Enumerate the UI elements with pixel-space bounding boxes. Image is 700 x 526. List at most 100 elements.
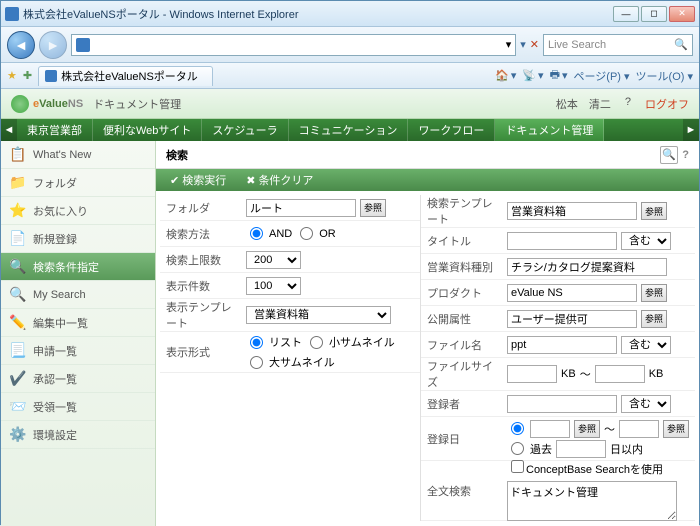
regdate-range-radio[interactable] [511,422,524,435]
menu-item-1[interactable]: 便利なWebサイト [93,119,202,141]
menu-item-4[interactable]: ワークフロー [408,119,495,141]
public-input[interactable] [507,310,637,328]
logo-subtitle: ドキュメント管理 [93,96,181,112]
sidebar-item-9[interactable]: 📨受領一覧 [1,393,155,421]
menu-item-5[interactable]: ドキュメント管理 [495,119,604,141]
search-icon[interactable]: 🔍 [674,38,688,51]
browser-tab[interactable]: 株式会社eValueNSポータル [38,66,213,86]
filesize-to-input[interactable] [595,365,645,383]
sidebar-item-8[interactable]: ✔️承認一覧 [1,365,155,393]
address-bar[interactable]: ▾ [71,34,516,56]
menu-item-0[interactable]: 東京営業部 [17,119,93,141]
titlebar: 株式会社eValueNSポータル - Windows Internet Expl… [1,1,699,27]
filesize-from-input[interactable] [507,365,557,383]
menu-item-2[interactable]: スケジューラ [202,119,288,141]
dropdown-icon[interactable]: ▾ [506,38,512,51]
regdate-label: 登録日 [421,431,501,447]
tmpl-ref-button[interactable]: 参照 [641,202,667,220]
help-icon[interactable]: ? [682,149,689,161]
tmpl-input[interactable] [507,202,637,220]
sidebar-item-5[interactable]: 🔍 My Search [1,281,155,309]
title-match-select[interactable]: 含む [621,232,671,250]
sidebar-icon: 🔍 [9,287,27,303]
search-box[interactable]: Live Search 🔍 [543,34,693,56]
regdate-days-input[interactable] [556,440,606,458]
conceptbase-checkbox[interactable] [511,460,524,473]
forward-button[interactable]: ► [39,31,67,59]
page-favicon-icon [76,38,90,52]
sidebar-item-0[interactable]: 📋What's New [1,141,155,169]
sidebar-label: My Search [33,289,86,301]
clear-button[interactable]: ✖ 条件クリア [240,172,319,188]
format-list-radio[interactable] [250,336,263,349]
sidebar-icon: 📁 [9,175,27,191]
menu-scroll-right[interactable]: ► [683,119,699,141]
search-exec-button[interactable]: ✔ 検索実行 [164,172,232,188]
sidebar-label: 環境設定 [33,427,77,443]
sidebar-item-7[interactable]: 📃申請一覧 [1,337,155,365]
registrant-match-select[interactable]: 含む [621,395,671,413]
page-menu[interactable]: ページ(P) ▾ [574,66,630,85]
product-ref-button[interactable]: 参照 [641,284,667,302]
menu-item-3[interactable]: コミュニケーション [289,119,409,141]
print-menu[interactable]: 🖶▾ [550,66,568,85]
fulltext-textarea[interactable]: ドキュメント管理 [507,481,677,521]
home-menu[interactable]: 🏠▾ [495,66,516,85]
regdate-past-radio[interactable] [511,442,524,455]
minimize-button[interactable]: — [613,6,639,22]
regdate-from-ref[interactable]: 参照 [574,420,600,438]
sidebar-item-4[interactable]: 🔍 検索条件指定 [1,253,155,281]
public-label: 公開属性 [421,311,501,327]
and-radio[interactable] [250,227,263,240]
regdate-to-input[interactable] [619,420,659,438]
filename-label: ファイル名 [421,337,501,353]
display-label: 表示件数 [160,278,240,294]
sidebar-label: 検索条件指定 [33,259,99,275]
search-icon[interactable]: 🔍 [660,146,678,164]
sidebar-item-6[interactable]: ✏️編集中一覧 [1,309,155,337]
sidebar-item-3[interactable]: 📄新規登録 [1,225,155,253]
maximize-button[interactable]: ◻ [641,6,667,22]
sidebar-icon: 🔍 [9,259,27,275]
refresh-button[interactable]: ▾ [520,38,526,51]
display-select[interactable]: 100 [246,277,301,295]
back-button[interactable]: ◄ [7,31,35,59]
format-large-radio[interactable] [250,356,263,369]
feed-menu[interactable]: 📡▾ [522,66,543,85]
or-radio[interactable] [300,227,313,240]
folder-input[interactable] [246,199,356,217]
filename-input[interactable] [507,336,617,354]
menu-scroll-left[interactable]: ◄ [1,119,17,141]
regdate-from-input[interactable] [530,420,570,438]
title-input[interactable] [507,232,617,250]
template-select[interactable]: 営業資料箱 [246,306,391,324]
page-title-bar: 検索 🔍 ? [156,141,699,169]
form-left: フォルダ参照 検索方法ANDOR 検索上限数200 表示件数100 表示テンプレ… [160,195,420,521]
close-button[interactable]: ✕ [669,6,695,22]
help-link[interactable]: ? [625,96,631,112]
registrant-input[interactable] [507,395,617,413]
filename-match-select[interactable]: 含む [621,336,671,354]
limit-select[interactable]: 200 [246,251,301,269]
main-area: 📋What's New📁フォルダ⭐お気に入り📄新規登録 🔍 検索条件指定 🔍 My Se… [1,141,699,526]
sidebar-item-10[interactable]: ⚙️ 環境設定 [1,421,155,449]
add-fav-icon[interactable]: ✚ [23,69,32,82]
format-small-radio[interactable] [310,336,323,349]
sidebar-icon: ⚙️ [9,427,27,443]
type-input[interactable] [507,258,667,276]
public-ref-button[interactable]: 参照 [641,310,667,328]
sidebar-item-2[interactable]: ⭐お気に入り [1,197,155,225]
favorites-icon[interactable]: ★ [7,69,17,82]
folder-ref-button[interactable]: 参照 [360,199,386,217]
tool-menu[interactable]: ツール(O) ▾ [636,66,693,85]
logout-link[interactable]: ログオフ [645,96,689,112]
regdate-to-ref[interactable]: 参照 [663,420,689,438]
sidebar-item-1[interactable]: 📁フォルダ [1,169,155,197]
window-title: 株式会社eValueNSポータル - Windows Internet Expl… [23,6,613,22]
ie-tools: 🏠▾ 📡▾ 🖶▾ ページ(P) ▾ ツール(O) ▾ [219,66,693,85]
sidebar-icon: 📄 [9,231,27,247]
sidebar-icon: 📃 [9,343,27,359]
stop-button[interactable]: ✕ [530,38,539,51]
product-input[interactable] [507,284,637,302]
sidebar-icon: ✔️ [9,371,27,387]
